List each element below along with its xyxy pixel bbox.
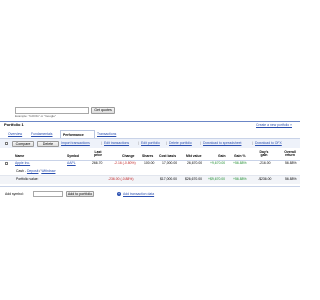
select-all-checkbox[interactable] [5,142,8,145]
withdraw-link[interactable]: Withdraw [41,169,55,173]
add-transaction-data-link[interactable]: Add transaction data [123,192,154,196]
quote-example-text: Example: "GOOG" or "Google" [15,114,56,118]
cell-shares: 100.00 [144,161,155,165]
row-checkbox[interactable] [5,162,8,165]
portfolio-title: Portfolio 1 [4,122,24,127]
total-mkt-value: $26,670.00 [185,177,202,181]
add-transaction-icon: + [117,192,121,196]
tab-overview[interactable]: Overview [8,132,22,136]
tab-performance[interactable]: Performance [60,130,95,138]
tab-fundamentals[interactable]: Fundamentals [31,132,53,136]
tab-transactions[interactable]: Transactions [97,132,116,136]
toolbar-separator: | [166,141,167,145]
header-last-price: Last price [93,150,103,158]
total-gain: +$9,670.00 [208,177,226,181]
cell-overall-return: 56.88% [285,161,297,165]
cell-change: -2.16 (-0.80%) [114,161,136,165]
add-symbol-label: Add symbol: [5,192,24,196]
add-symbol-input[interactable] [33,191,63,197]
stock-symbol-link[interactable]: AAPL [67,161,76,165]
delete-button[interactable]: Delete [37,141,59,147]
total-change: -236.00 (-0.88%) [108,177,134,181]
header-cost-basis: Cost basis [159,154,177,158]
download-ofx-link[interactable]: Download to OFX [255,141,282,145]
header-shares: Shares [142,154,154,158]
total-overall-return: 56.88% [285,177,297,181]
import-transactions-link[interactable]: Import transactions [61,141,90,145]
header-name: Name [15,154,25,158]
cash-label: Cash - [16,169,26,173]
toolbar-separator: | [252,141,253,145]
header-mkt-value: Mkt value [186,154,202,158]
cell-gain: +9,670.00 [210,161,226,165]
cash-row: Cash - Deposit / Withdraw [16,169,55,173]
header-symbol: Symbol [67,154,80,158]
edit-transactions-link[interactable]: Edit transactions [104,141,129,145]
stock-name-link[interactable]: Apple Inc. [15,161,30,165]
header-overall-return: Overall return [284,150,296,158]
portfolio-top-divider [0,121,300,122]
header-days-gain: Day's gain [259,150,269,158]
header-gain: Gain [218,154,226,158]
portfolio-value-row [0,176,300,184]
cell-cost-basis: 17,000.00 [162,161,178,165]
deposit-link[interactable]: Deposit [27,169,39,173]
total-days-gain: -$236.00 [258,177,272,181]
tab-performance-label: Performance [63,132,84,137]
toolbar-separator: | [101,141,102,145]
header-change: Change [122,154,135,158]
get-quotes-button[interactable]: Get quotes [91,107,115,114]
cell-last-price: 266.70 [92,161,103,165]
edit-portfolio-link[interactable]: Edit portfolio [141,141,160,145]
toolbar-separator: | [138,141,139,145]
create-portfolio-link[interactable]: Create a new portfolio » [256,123,292,127]
quote-search-input[interactable] [15,107,89,114]
total-cost-basis: $17,000.00 [160,177,177,181]
cell-mkt-value: 26,670.00 [187,161,203,165]
add-to-portfolio-button[interactable]: Add to portfolio [66,191,94,197]
total-gain-pct: +56.88% [233,177,247,181]
total-divider [0,186,300,187]
cell-days-gain: -216.00 [259,161,271,165]
delete-portfolio-link[interactable]: Delete portfolio [169,141,192,145]
total-label: Portfolio value: [16,177,39,181]
compare-button[interactable]: Compare [12,141,34,147]
header-gain-pct: Gain % [234,154,246,158]
toolbar-separator: | [200,141,201,145]
cell-gain-pct: +56.88% [233,161,247,165]
download-spreadsheet-link[interactable]: Download to spreadsheet [203,141,241,145]
